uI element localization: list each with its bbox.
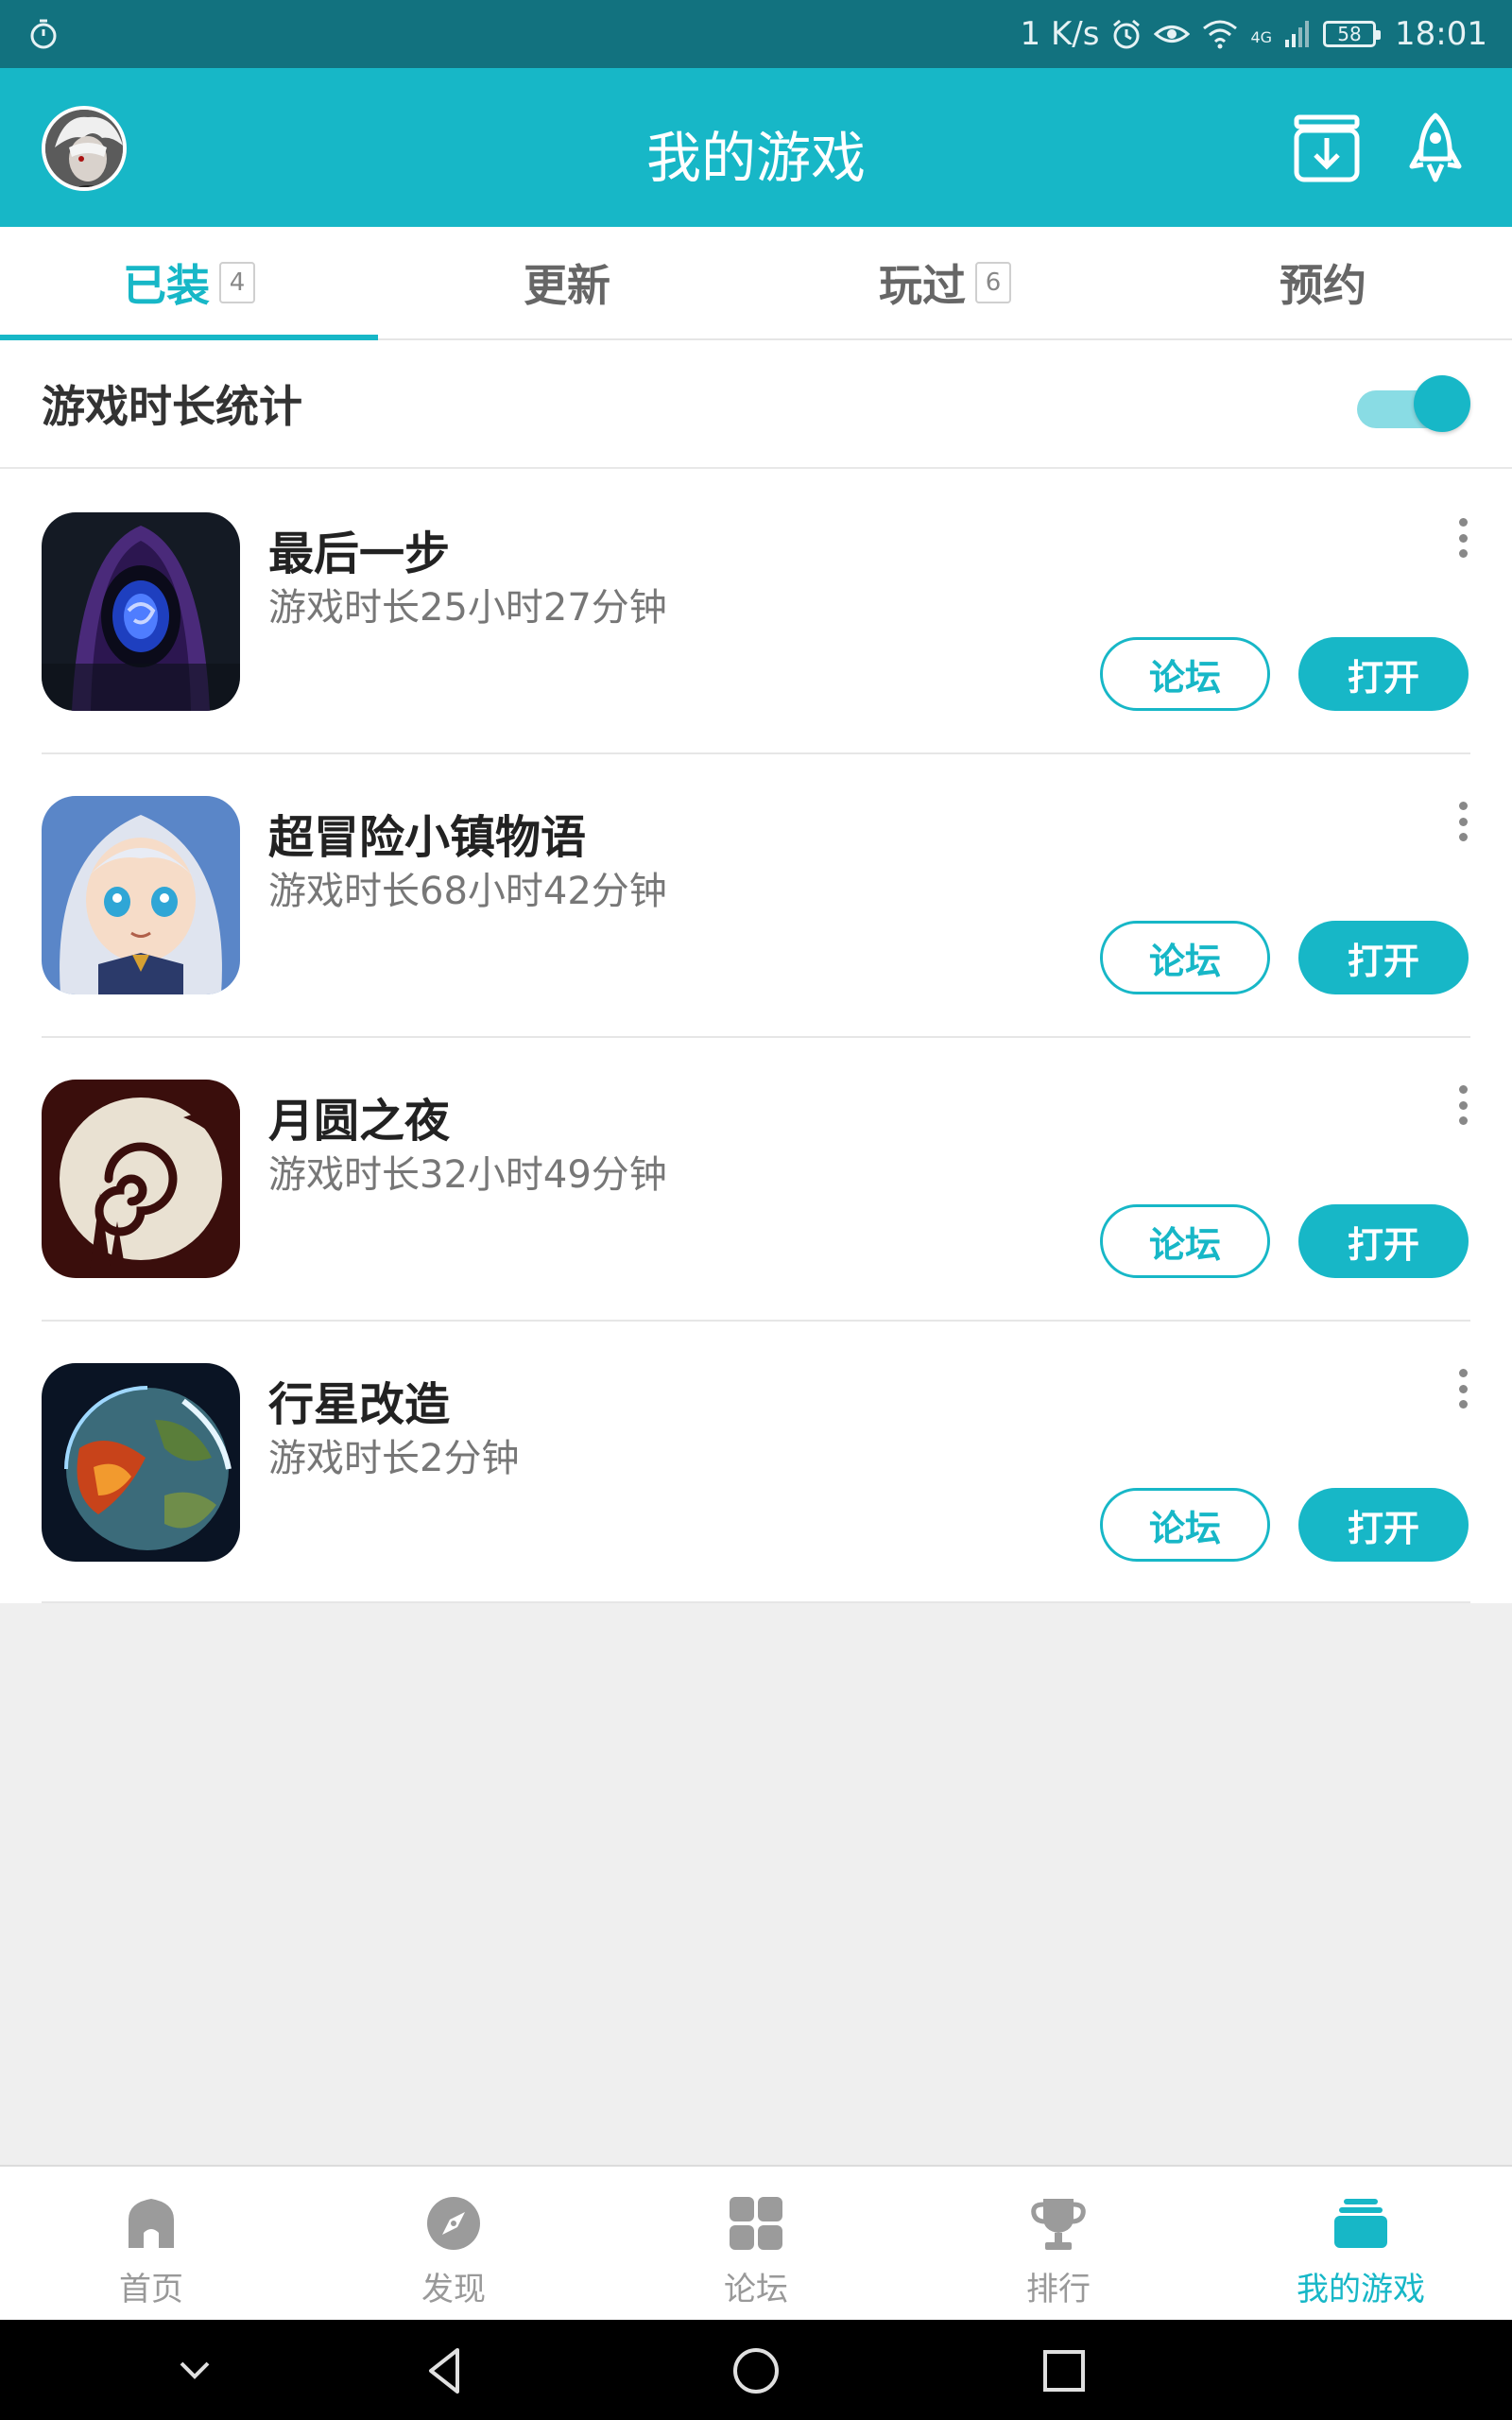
tab-label: 预约 [1280,260,1366,311]
battery-indicator: 58 [1323,21,1382,47]
tab-label: 已装 [123,260,210,311]
rocket-icon[interactable] [1402,112,1469,187]
playtime-stats-label: 游戏时长统计 [42,381,302,432]
bottom-nav: 首页 发现 论坛 排行 我的游戏 [0,2165,1512,2320]
stack-icon [1334,2199,1387,2248]
game-playtime: 游戏时长32小时49分钟 [268,1153,667,1197]
game-list: 最后一步 游戏时长25小时27分钟 论坛 打开 超冒险小镇物语 游戏时长68小时… [0,469,1512,1603]
forum-button[interactable]: 论坛 [1100,921,1270,994]
playtime-stats-toggle[interactable] [1357,375,1470,432]
hide-nav-chevron-down-icon[interactable] [164,2341,225,2401]
game-icon-adventure-town [42,796,240,994]
eye-icon [1154,26,1191,43]
app-header: 我的游戏 [0,68,1512,227]
recents-square-icon[interactable] [1034,2341,1094,2401]
more-options-icon[interactable] [1446,800,1480,843]
forum-button[interactable]: 论坛 [1100,637,1270,711]
nav-label: 排行 [1026,2271,1091,2308]
game-name: 最后一步 [268,527,451,580]
open-button[interactable]: 打开 [1298,1488,1469,1562]
tab-count-badge: 6 [975,262,1011,303]
nav-discover[interactable]: 发现 [302,2167,605,2320]
nav-label: 首页 [119,2271,183,2308]
game-playtime: 游戏时长2分钟 [268,1437,520,1480]
more-options-icon[interactable] [1446,1083,1480,1127]
network-type: 4G [1250,28,1273,46]
nav-home[interactable]: 首页 [0,2167,302,2320]
game-icon-full-moon-night [42,1080,240,1278]
open-button[interactable]: 打开 [1298,1204,1469,1278]
trophy-icon [1031,2199,1086,2250]
nav-label: 发现 [421,2271,486,2308]
tab-label: 更新 [524,260,610,311]
game-row[interactable]: 行星改造 游戏时长2分钟 论坛 打开 [0,1320,1512,1603]
compass-icon [427,2197,480,2250]
nav-my-games[interactable]: 我的游戏 [1210,2167,1512,2320]
stopwatch-icon [30,19,57,49]
tab-count-badge: 4 [219,262,255,303]
game-row[interactable]: 月圆之夜 游戏时长32小时49分钟 论坛 打开 [0,1036,1512,1320]
game-row[interactable]: 最后一步 游戏时长25小时27分钟 论坛 打开 [0,469,1512,752]
grid-icon [730,2197,782,2250]
tab-bar: 已装 4 更新 玩过 6 预约 [0,227,1512,340]
network-speed: 1 K/s [1020,15,1100,53]
home-circle-icon[interactable] [726,2341,786,2401]
forum-button[interactable]: 论坛 [1100,1488,1270,1562]
tab-updates[interactable]: 更新 [378,227,756,338]
tab-installed[interactable]: 已装 4 [0,227,378,340]
download-manager-icon[interactable] [1291,112,1363,187]
game-icon-terraform-planet [42,1363,240,1562]
game-name: 月圆之夜 [268,1095,451,1148]
back-triangle-icon[interactable] [416,2341,476,2401]
status-bar: 1 K/s 4G 58 18:01 [0,0,1512,68]
game-row[interactable]: 超冒险小镇物语 游戏时长68小时42分钟 论坛 打开 [0,752,1512,1036]
open-button[interactable]: 打开 [1298,921,1469,994]
game-playtime: 游戏时长68小时42分钟 [268,870,667,913]
nav-label: 我的游戏 [1297,2271,1425,2308]
home-icon [129,2199,174,2248]
tab-played[interactable]: 玩过 6 [756,227,1134,338]
more-options-icon[interactable] [1446,1367,1480,1410]
playtime-stats-row: 游戏时长统计 [0,340,1512,469]
toggle-knob [1414,375,1470,432]
wifi-icon [1203,20,1238,49]
clock: 18:01 [1395,15,1487,53]
alarm-icon [1113,19,1141,49]
tab-label: 玩过 [879,260,966,311]
nav-forum[interactable]: 论坛 [605,2167,907,2320]
open-button[interactable]: 打开 [1298,637,1469,711]
game-name: 超冒险小镇物语 [268,811,587,864]
page-title: 我的游戏 [645,126,866,190]
signal-icon [1285,21,1310,47]
game-name: 行星改造 [268,1378,451,1431]
more-options-icon[interactable] [1446,516,1480,560]
nav-label: 论坛 [724,2271,788,2308]
tab-reserved[interactable]: 预约 [1134,227,1512,338]
nav-ranking[interactable]: 排行 [907,2167,1210,2320]
game-icon-last-step [42,512,240,711]
game-playtime: 游戏时长25小时27分钟 [268,586,667,630]
forum-button[interactable]: 论坛 [1100,1204,1270,1278]
system-navigation-bar [0,2320,1512,2420]
